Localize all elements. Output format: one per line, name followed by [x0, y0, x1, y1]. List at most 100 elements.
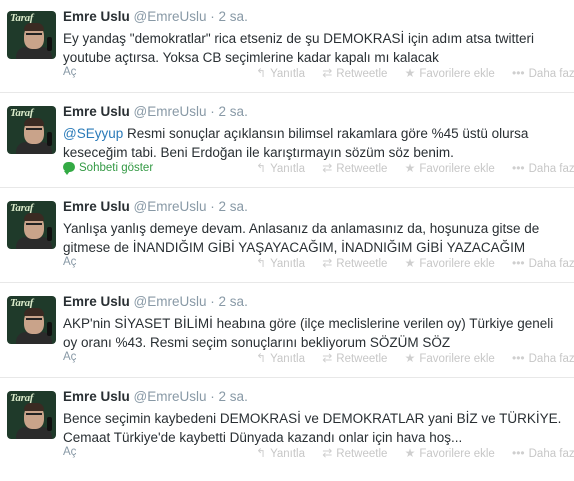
retweet-button[interactable]: ⇄ Retweetle: [322, 66, 387, 80]
tweet-timestamp[interactable]: 2 sa.: [219, 294, 248, 309]
retweet-icon: ⇄: [322, 446, 333, 460]
user-handle[interactable]: @EmreUslu: [134, 104, 207, 119]
tweet-text: Yanlışa yanlış demeye devam. Anlasanız d…: [63, 219, 564, 257]
reply-button[interactable]: ↰ Yanıtla: [256, 66, 305, 80]
tweet-header: Emre Uslu @EmreUslu · 2 sa.: [63, 388, 564, 405]
favorite-button[interactable]: ★ Favorilere ekle: [405, 161, 495, 175]
conversation-bubble-icon: [63, 162, 75, 175]
more-label: Daha fazla: [528, 258, 574, 270]
retweet-button[interactable]: ⇄ Retweetle: [322, 161, 387, 175]
tweet-header: Emre Uslu @EmreUslu · 2 sa.: [63, 103, 564, 120]
reply-icon: ↰: [256, 161, 267, 175]
mention-link[interactable]: @SEyyup: [63, 126, 123, 141]
user-handle[interactable]: @EmreUslu: [134, 294, 207, 309]
expand-link[interactable]: Aç: [63, 256, 76, 268]
user-handle[interactable]: @EmreUslu: [134, 9, 207, 24]
reply-label: Yanıtla: [270, 258, 306, 270]
more-button[interactable]: •••Daha fazla: [512, 351, 574, 365]
reply-button[interactable]: ↰ Yanıtla: [256, 161, 305, 175]
reply-label: Yanıtla: [270, 353, 306, 365]
retweet-button[interactable]: ⇄ Retweetle: [322, 351, 387, 365]
user-name[interactable]: Emre Uslu: [63, 9, 130, 24]
more-dots-icon: •••: [512, 446, 525, 460]
retweet-label: Retweetle: [336, 68, 388, 80]
favorite-label: Favorilere ekle: [419, 258, 495, 270]
tweet-footer: Aç ↰ Yanıtla ⇄ Retweetle ★ Favorilere ekle …: [63, 446, 574, 464]
favorite-label: Favorilere ekle: [419, 448, 495, 460]
tweet-actions: ↰ Yanıtla ⇄ Retweetle ★ Favorilere ekle •••…: [256, 161, 574, 175]
favorite-button[interactable]: ★ Favorilere ekle: [405, 256, 495, 270]
more-label: Daha fazla: [528, 448, 574, 460]
retweet-button[interactable]: ⇄ Retweetle: [322, 256, 387, 270]
user-name[interactable]: Emre Uslu: [63, 294, 130, 309]
tweet-footer: Aç ↰ Yanıtla ⇄ Retweetle ★ Favorilere ekle …: [63, 66, 574, 84]
tweet-actions: ↰ Yanıtla ⇄ Retweetle ★ Favorilere ekle •••…: [256, 446, 574, 460]
tweet-item[interactable]: Taraf Emre Uslu @EmreUslu · 2 sa. @SEyyu…: [0, 93, 574, 188]
tweet-body: Yanlışa yanlış demeye devam. Anlasanız d…: [63, 221, 540, 255]
more-dots-icon: •••: [512, 161, 525, 175]
retweet-icon: ⇄: [322, 256, 333, 270]
separator-dot: ·: [210, 9, 215, 24]
more-dots-icon: •••: [512, 66, 525, 80]
expand-link[interactable]: Aç: [63, 351, 76, 363]
reply-icon: ↰: [256, 66, 267, 80]
retweet-button[interactable]: ⇄ Retweetle: [322, 446, 387, 460]
tweet-timestamp[interactable]: 2 sa.: [219, 104, 248, 119]
avatar[interactable]: Taraf: [7, 391, 56, 439]
avatar[interactable]: Taraf: [7, 201, 56, 249]
more-button[interactable]: •••Daha fazla: [512, 446, 574, 460]
reply-label: Yanıtla: [270, 68, 306, 80]
tweet-timestamp[interactable]: 2 sa.: [219, 389, 248, 404]
more-label: Daha fazla: [528, 68, 574, 80]
favorite-button[interactable]: ★ Favorilere ekle: [405, 351, 495, 365]
tweet-timestamp[interactable]: 2 sa.: [219, 9, 248, 24]
more-dots-icon: •••: [512, 256, 525, 270]
show-conversation-link[interactable]: Sohbeti göster: [63, 161, 153, 175]
retweet-icon: ⇄: [322, 161, 333, 175]
reply-button[interactable]: ↰ Yanıtla: [256, 351, 305, 365]
expand-link[interactable]: Aç: [63, 66, 76, 78]
avatar[interactable]: Taraf: [7, 106, 56, 154]
star-icon: ★: [404, 351, 416, 365]
more-button[interactable]: •••Daha fazla: [512, 256, 574, 270]
tweet-item[interactable]: Taraf Emre Uslu @EmreUslu · 2 sa. Ey yan…: [0, 0, 574, 93]
reply-button[interactable]: ↰ Yanıtla: [256, 256, 305, 270]
more-dots-icon: •••: [512, 351, 525, 365]
avatar[interactable]: Taraf: [7, 11, 56, 59]
expand-link[interactable]: Aç: [63, 446, 76, 458]
user-name[interactable]: Emre Uslu: [63, 199, 130, 214]
reply-label: Yanıtla: [270, 448, 306, 460]
tweet-item[interactable]: Taraf Emre Uslu @EmreUslu · 2 sa. AKP'ni…: [0, 283, 574, 378]
favorite-button[interactable]: ★ Favorilere ekle: [405, 446, 495, 460]
tweet-item[interactable]: Taraf Emre Uslu @EmreUslu · 2 sa. Bence …: [0, 378, 574, 473]
separator-dot: ·: [210, 389, 215, 404]
tweet-body: Ey yandaş "demokratlar" rica etseniz de …: [63, 31, 535, 65]
star-icon: ★: [404, 446, 416, 460]
user-name[interactable]: Emre Uslu: [63, 104, 130, 119]
user-name[interactable]: Emre Uslu: [63, 389, 130, 404]
tweet-item[interactable]: Taraf Emre Uslu @EmreUslu · 2 sa. Yanlış…: [0, 188, 574, 283]
star-icon: ★: [404, 66, 416, 80]
more-label: Daha fazla: [528, 163, 574, 175]
favorite-label: Favorilere ekle: [419, 353, 495, 365]
more-button[interactable]: •••Daha fazla: [512, 161, 574, 175]
retweet-label: Retweetle: [336, 353, 388, 365]
avatar[interactable]: Taraf: [7, 296, 56, 344]
tweet-actions: ↰ Yanıtla ⇄ Retweetle ★ Favorilere ekle •••…: [256, 66, 574, 80]
user-handle[interactable]: @EmreUslu: [134, 199, 207, 214]
tweet-body: Bence seçimin kaybedeni DEMOKRASİ ve DEM…: [63, 411, 562, 445]
tweet-text: @SEyyup Resmi sonuçlar açıklansın bilims…: [63, 124, 564, 162]
reply-button[interactable]: ↰ Yanıtla: [256, 446, 305, 460]
more-button[interactable]: •••Daha fazla: [512, 66, 574, 80]
tweet-text: Bence seçimin kaybedeni DEMOKRASİ ve DEM…: [63, 409, 564, 447]
tweet-text: Ey yandaş "demokratlar" rica etseniz de …: [63, 29, 564, 67]
retweet-label: Retweetle: [336, 448, 388, 460]
tweet-timestamp[interactable]: 2 sa.: [219, 199, 248, 214]
tweet-header: Emre Uslu @EmreUslu · 2 sa.: [63, 8, 564, 25]
favorite-label: Favorilere ekle: [419, 68, 495, 80]
tweet-header: Emre Uslu @EmreUslu · 2 sa.: [63, 198, 564, 215]
tweet-header: Emre Uslu @EmreUslu · 2 sa.: [63, 293, 564, 310]
user-handle[interactable]: @EmreUslu: [134, 389, 207, 404]
favorite-button[interactable]: ★ Favorilere ekle: [405, 66, 495, 80]
separator-dot: ·: [210, 294, 215, 309]
